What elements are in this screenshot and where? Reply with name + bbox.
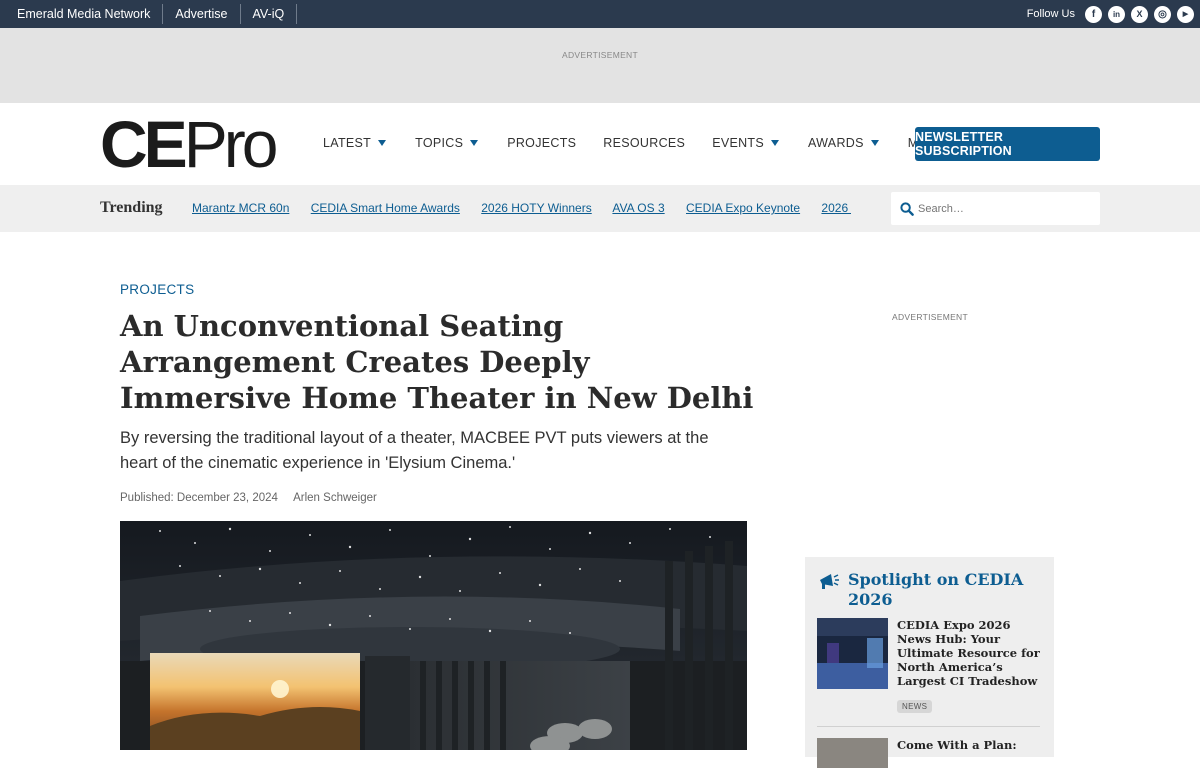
divider bbox=[817, 726, 1040, 727]
trending-links: Marantz MCR 60n CEDIA Smart Home Awards … bbox=[192, 201, 851, 215]
advertise-link[interactable]: Advertise bbox=[163, 4, 241, 24]
article-headline: An Unconventional Seating Arrangement Cr… bbox=[120, 309, 754, 415]
nav-resources[interactable]: RESOURCES bbox=[603, 136, 685, 150]
newsletter-subscription-button[interactable]: NEWSLETTER SUBSCRIPTION bbox=[915, 127, 1100, 161]
home-theater-photo bbox=[120, 521, 747, 750]
nav-label: RESOURCES bbox=[603, 136, 686, 150]
advertisement-label: ADVERTISEMENT bbox=[561, 50, 638, 60]
search-box[interactable] bbox=[891, 192, 1100, 225]
linkedin-icon[interactable]: in bbox=[1108, 5, 1125, 23]
story-title[interactable]: CEDIA Expo 2026 News Hub: Your Ultimate … bbox=[897, 618, 1047, 688]
megaphone-icon bbox=[820, 574, 839, 589]
follow-us-label: Follow Us bbox=[1026, 8, 1075, 20]
av-iq-link[interactable]: AV-iQ bbox=[241, 4, 298, 24]
nav-awards[interactable]: AWARDS bbox=[808, 136, 879, 150]
youtube-icon[interactable]: ▶ bbox=[1177, 5, 1194, 23]
hero-image bbox=[120, 521, 747, 750]
trending-link[interactable]: 2026 HOTY Winners bbox=[481, 201, 592, 215]
top-advertisement[interactable]: ADVERTISEMENT bbox=[0, 28, 1200, 103]
emerald-media-network-link[interactable]: Emerald Media Network bbox=[0, 4, 164, 24]
nav-latest[interactable]: LATEST bbox=[323, 136, 387, 150]
trending-label: Trending bbox=[100, 199, 163, 216]
article-dek: By reversing the traditional layout of a… bbox=[120, 429, 709, 472]
caret-down-icon bbox=[870, 140, 879, 146]
trending-link[interactable]: CEDIA Smart Home Awards bbox=[311, 201, 460, 215]
search-input[interactable] bbox=[918, 202, 1088, 215]
article-meta: Published: December 23, 2024 Arlen Schwe… bbox=[120, 492, 377, 504]
network-links: Emerald Media Network Advertise AV-iQ bbox=[0, 0, 298, 28]
trending-link[interactable]: CEDIA Expo Keynote bbox=[686, 201, 800, 215]
caret-down-icon bbox=[771, 140, 779, 146]
search-icon bbox=[900, 201, 914, 216]
caret-down-icon bbox=[470, 140, 479, 146]
published-date: Published: December 23, 2024 bbox=[120, 492, 278, 504]
trending-link[interactable]: 2026 BEST bbox=[821, 201, 851, 215]
spotlight-title[interactable]: Spotlight on CEDIA 2026 bbox=[848, 570, 1048, 610]
logo-ce: CE bbox=[100, 107, 188, 181]
nav-topics[interactable]: TOPICS bbox=[415, 136, 479, 150]
main-nav: LATEST TOPICS PROJECTS RESOURCES EVENTS … bbox=[323, 136, 962, 150]
sidebar-advertisement-label: ADVERTISEMENT bbox=[891, 312, 968, 322]
caret-down-icon bbox=[378, 140, 387, 146]
nav-label: PROJECTS bbox=[507, 136, 577, 150]
nav-label: TOPICS bbox=[415, 136, 464, 150]
instagram-icon[interactable]: ◎ bbox=[1154, 5, 1171, 23]
nav-label: EVENTS bbox=[712, 136, 764, 150]
nav-label: AWARDS bbox=[808, 136, 864, 150]
nav-projects[interactable]: PROJECTS bbox=[507, 136, 576, 150]
cepro-logo[interactable]: CEPro bbox=[100, 111, 278, 177]
logo-pro: Pro bbox=[183, 107, 279, 181]
follow-us: Follow Us f in X ◎ ▶ bbox=[1027, 0, 1194, 28]
trending-link[interactable]: AVA OS 3 bbox=[612, 201, 664, 215]
nav-events[interactable]: EVENTS bbox=[712, 136, 779, 150]
story-thumbnail[interactable] bbox=[817, 738, 888, 768]
top-utility-bar: Emerald Media Network Advertise AV-iQ Fo… bbox=[0, 0, 1200, 28]
facebook-icon[interactable]: f bbox=[1085, 5, 1102, 23]
story-thumbnail[interactable] bbox=[817, 618, 888, 689]
expo-hall-image bbox=[817, 618, 888, 689]
news-tag[interactable]: NEWS bbox=[897, 700, 933, 713]
spotlight-module: Spotlight on CEDIA 2026 CEDIA Expo 2026 … bbox=[805, 557, 1054, 768]
nav-label: LATEST bbox=[323, 136, 372, 150]
article-category[interactable]: PROJECTS bbox=[120, 282, 194, 297]
trending-link[interactable]: Marantz MCR 60n bbox=[192, 201, 289, 215]
author-name[interactable]: Arlen Schweiger bbox=[293, 492, 377, 504]
x-icon[interactable]: X bbox=[1131, 5, 1148, 23]
